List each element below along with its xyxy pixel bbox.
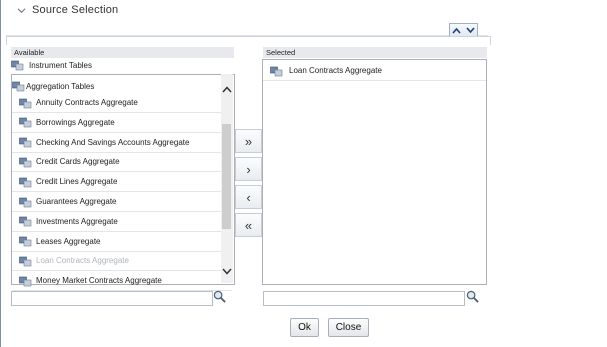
item-label: Annuity Contracts Aggregate <box>36 98 138 107</box>
item-label: Borrowings Aggregate <box>36 117 115 127</box>
available-list-item[interactable]: Borrowings Aggregate <box>12 113 232 133</box>
move-right-icon: › <box>246 161 251 177</box>
table-icon <box>19 98 32 108</box>
available-list-item[interactable]: Money Market Contracts Aggregate <box>12 271 232 292</box>
table-icon <box>19 236 32 247</box>
move-right-button[interactable]: › <box>235 157 262 181</box>
selected-search-input[interactable] <box>263 291 465 306</box>
item-label: Credit Cards Aggregate <box>36 157 120 167</box>
content-frame <box>6 36 491 45</box>
window-left-border <box>0 0 1 347</box>
instrument-tables-label: Instrument Tables <box>29 60 92 70</box>
search-icon[interactable] <box>466 290 479 303</box>
item-label: Guarantees Aggregate <box>36 197 117 206</box>
instrument-tables-group[interactable]: Instrument Tables <box>11 59 92 71</box>
item-label: Checking And Savings Accounts Aggregate <box>36 137 190 147</box>
close-button[interactable]: Close <box>328 318 369 337</box>
table-icon <box>19 197 32 207</box>
table-icon <box>19 117 32 128</box>
ok-button[interactable]: Ok <box>290 318 319 337</box>
available-scrollbar[interactable] <box>221 74 233 283</box>
section-title: Source Selection <box>32 4 119 16</box>
table-icon <box>19 256 32 267</box>
available-list-item[interactable]: Guarantees Aggregate <box>12 192 232 212</box>
move-all-left-button[interactable]: « <box>235 213 262 237</box>
item-label: Loan Contracts Aggregate <box>36 256 129 266</box>
item-label: Credit Lines Aggregate <box>36 177 118 187</box>
section-header[interactable]: Source Selection <box>17 4 118 16</box>
available-list-item[interactable]: Credit Cards Aggregate <box>12 152 232 173</box>
available-list-item: Loan Contracts Aggregate <box>12 251 232 272</box>
table-icon <box>270 66 283 76</box>
table-group-icon <box>12 81 25 92</box>
item-label: Leases Aggregate <box>36 236 101 246</box>
selected-list-item[interactable]: Loan Contracts Aggregate <box>263 61 486 81</box>
move-all-right-icon: » <box>244 133 253 149</box>
aggregation-tables-label: Aggregation Tables <box>26 81 95 91</box>
available-list-item[interactable]: Credit Lines Aggregate <box>12 172 232 193</box>
scroll-down-icon[interactable] <box>221 264 233 278</box>
search-icon[interactable] <box>213 290 226 303</box>
available-list-item[interactable]: Leases Aggregate <box>12 232 232 252</box>
available-search-input[interactable] <box>11 291 213 306</box>
item-label: Investments Aggregate <box>36 216 118 226</box>
available-list-item[interactable]: Checking And Savings Accounts Aggregate <box>12 133 232 153</box>
scroll-up-icon[interactable] <box>221 82 233 96</box>
move-all-right-button[interactable]: » <box>235 129 262 153</box>
move-left-button[interactable]: ‹ <box>235 185 262 209</box>
available-header: Available <box>11 47 234 58</box>
table-icon <box>19 276 32 286</box>
scroll-thumb[interactable] <box>222 124 231 229</box>
table-icon <box>19 157 32 168</box>
available-list-item[interactable]: Investments Aggregate <box>12 212 232 232</box>
available-list[interactable]: Aggregation Tables Annuity Contracts Agg… <box>11 74 235 292</box>
table-group-icon <box>11 60 24 71</box>
toolbar-strip <box>6 21 488 36</box>
move-left-icon: ‹ <box>246 189 251 205</box>
available-list-item[interactable]: Annuity Contracts Aggregate <box>12 93 232 113</box>
selected-list[interactable]: Loan Contracts Aggregate <box>262 59 487 285</box>
table-icon <box>19 177 32 187</box>
collapse-chevron-icon[interactable] <box>17 6 26 15</box>
table-icon <box>19 216 32 227</box>
item-label: Money Market Contracts Aggregate <box>36 276 162 286</box>
item-label: Loan Contracts Aggregate <box>289 66 382 75</box>
aggregation-tables-group[interactable]: Aggregation Tables <box>12 80 94 92</box>
move-all-left-icon: « <box>244 217 253 233</box>
table-icon <box>19 137 32 148</box>
selected-header: Selected <box>263 47 487 58</box>
